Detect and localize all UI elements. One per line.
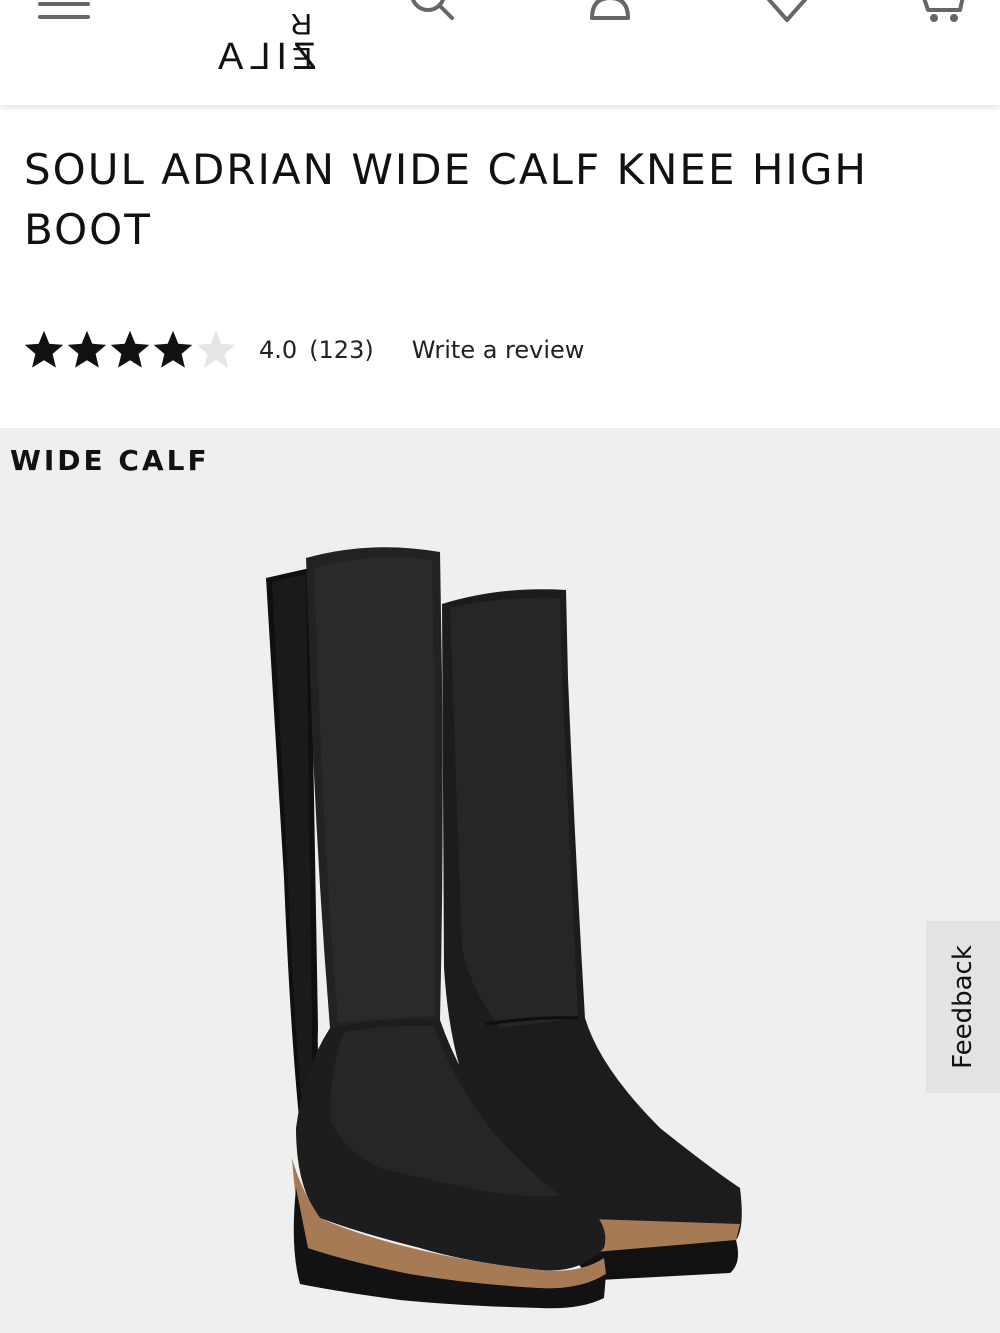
site-header: E R ZILA	[0, 0, 1000, 105]
feedback-tab[interactable]: Feedback	[926, 921, 1000, 1093]
product-rating: 4.0 (123) Write a review	[22, 326, 584, 374]
star-icon	[153, 330, 193, 368]
knee-high-boots-image	[266, 547, 742, 1309]
star-icon	[67, 330, 107, 368]
product-image[interactable]: WIDE CALF	[0, 428, 1000, 1333]
product-title: SOUL ADRIAN WIDE CALF KNEE HIGH BOOT	[24, 145, 868, 254]
review-count[interactable]: (123)	[309, 336, 374, 364]
star-rating[interactable]	[22, 328, 237, 372]
search-icon[interactable]	[406, 0, 456, 24]
star-empty-icon	[196, 330, 236, 368]
star-icon	[24, 330, 64, 368]
feedback-label: Feedback	[948, 945, 979, 1069]
menu-icon[interactable]	[38, 0, 90, 28]
brand-logo[interactable]: E R ZILA	[212, 6, 316, 78]
write-review-link[interactable]: Write a review	[412, 336, 585, 364]
logo-line-2: ZILA	[212, 36, 317, 78]
cart-icon[interactable]	[918, 0, 968, 24]
wishlist-icon[interactable]	[760, 0, 814, 26]
star-icon	[110, 330, 150, 368]
account-icon[interactable]	[586, 0, 634, 24]
rating-value: 4.0	[259, 336, 298, 364]
